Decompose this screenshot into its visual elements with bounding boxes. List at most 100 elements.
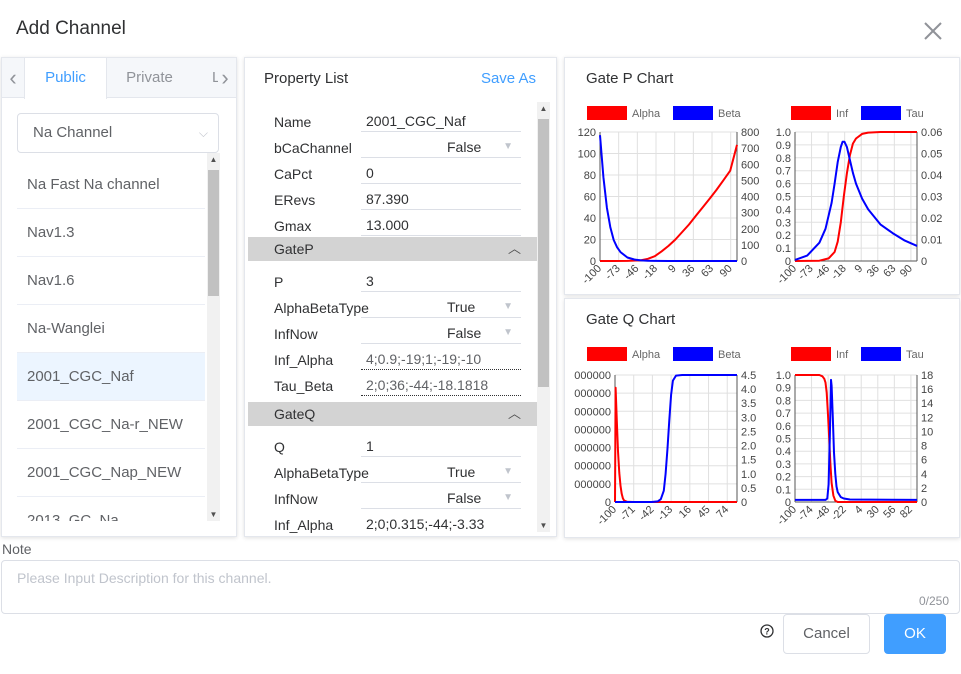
x-tick-label: -13 xyxy=(656,504,676,524)
erevs-input[interactable]: 87.390 xyxy=(361,188,521,210)
select-value: False xyxy=(447,325,482,341)
legend-swatch xyxy=(587,347,627,361)
note-label: Note xyxy=(2,541,32,557)
tab-private[interactable]: Private xyxy=(107,58,192,98)
legend-label: Alpha xyxy=(632,349,661,361)
ok-button[interactable]: OK xyxy=(884,614,946,654)
y-left-tick-label: 0.6 xyxy=(776,421,791,433)
y-left-tick-label: 1.0 xyxy=(776,127,791,139)
legend-label: Beta xyxy=(718,349,742,361)
channel-list-item[interactable]: 2001_CGC_Na-r_NEW xyxy=(17,401,205,449)
scroll-down-arrow-icon[interactable]: ▼ xyxy=(207,508,220,521)
close-icon[interactable] xyxy=(920,18,946,44)
help-icon[interactable]: ? xyxy=(760,624,774,638)
y-right-tick-label: 200 xyxy=(741,224,759,236)
channel-list-item[interactable]: Nav1.3 xyxy=(17,209,205,257)
legend-label: Beta xyxy=(718,108,742,120)
scroll-thumb[interactable] xyxy=(538,119,549,387)
y-left-tick-label: 0.2 xyxy=(776,472,791,484)
prop-row-q-infalpha: Inf_Alpha 2;0;0.315;-44;-3.33 xyxy=(248,511,537,534)
prop-row-q: Q 1 xyxy=(248,433,537,459)
q-input[interactable]: 1 xyxy=(361,435,521,457)
capct-input[interactable]: 0 xyxy=(361,162,521,184)
channel-type-select[interactable]: Na Channel ⌵ xyxy=(17,113,219,153)
select-value: True xyxy=(447,464,476,480)
y-left-tick-label: 20 xyxy=(584,235,596,247)
prop-row-bcachannel: bCaChannel False ▼ xyxy=(248,134,537,160)
y-right-tick-label: 0 xyxy=(741,256,747,268)
property-scrollbar[interactable]: ▲ ▼ xyxy=(537,102,550,532)
save-as-link[interactable]: Save As xyxy=(481,70,536,87)
y-right-tick-label: 300 xyxy=(741,208,759,220)
name-input[interactable]: 2001_CGC_Naf xyxy=(361,110,521,132)
q-infnow-select[interactable]: False ▼ xyxy=(361,487,521,509)
p-input[interactable]: 3 xyxy=(361,270,521,292)
channel-list-scrollbar[interactable]: ▲ ▼ xyxy=(207,153,220,521)
prop-label: ERevs xyxy=(274,192,316,208)
channel-list-item[interactable]: 2001_CGC_Naf xyxy=(17,353,205,401)
x-tick-label: -18 xyxy=(640,263,660,283)
prop-row-p-taubeta: Tau_Beta 2;0;36;-44;-18.1818 xyxy=(248,372,537,398)
q-infalpha-input[interactable]: 2;0;0.315;-44;-3.33 xyxy=(361,513,521,534)
scroll-thumb[interactable] xyxy=(208,170,219,296)
y-left-tick-label: 000000 xyxy=(574,370,611,382)
legend-swatch xyxy=(861,106,901,120)
y-left-tick-label: 0.6 xyxy=(776,179,791,191)
channel-list-item[interactable]: Na-Wanglei xyxy=(17,305,205,353)
channel-library-panel: ‹ Public Private L › Na Channel ⌵ Na Fas… xyxy=(1,57,237,537)
x-tick-label: 45 xyxy=(696,504,713,521)
q-alphabetatype-select[interactable]: True ▼ xyxy=(361,461,521,483)
x-tick-label: -46 xyxy=(622,263,642,283)
chart-1: Inf Tau-100-73-46-18 9 36 63 9000.10.20.30.40… xyxy=(775,106,942,287)
series-line-beta xyxy=(599,135,737,262)
channel-list-item[interactable]: Na Fast Na channel xyxy=(17,161,205,209)
y-left-tick-label: 0.3 xyxy=(776,459,791,471)
chevron-up-icon[interactable]: ︿ xyxy=(508,237,521,261)
channel-list-item[interactable]: 2001_CGC_Nap_NEW xyxy=(17,449,205,497)
scroll-up-arrow-icon[interactable]: ▲ xyxy=(537,102,550,115)
gatep-section-header[interactable]: GateP ︿ xyxy=(248,237,537,261)
gmax-input[interactable]: 13.000 xyxy=(361,214,521,236)
prop-label: AlphaBetaType xyxy=(274,300,369,316)
x-tick-label: 30 xyxy=(865,504,882,521)
channel-list-item[interactable]: 2013_GC_Na xyxy=(17,497,205,521)
x-tick-label: 4 xyxy=(853,504,866,517)
x-tick-label: -18 xyxy=(829,263,849,283)
tab-public[interactable]: Public xyxy=(24,58,107,99)
y-left-tick-label: 60 xyxy=(584,192,596,204)
scroll-up-arrow-icon[interactable]: ▲ xyxy=(207,153,220,166)
chevron-up-icon[interactable]: ︿ xyxy=(508,402,521,426)
y-left-tick-label: 000000 xyxy=(574,388,611,400)
y-right-tick-label: 0.05 xyxy=(921,149,942,161)
series-line-tau xyxy=(795,378,918,501)
p-infnow-select[interactable]: False ▼ xyxy=(361,322,521,344)
y-right-tick-label: 800 xyxy=(741,127,759,139)
gateq-section-header[interactable]: GateQ ︿ xyxy=(248,402,537,426)
p-infalpha-input[interactable]: 4;0.9;-19;1;-19;-10 xyxy=(361,348,521,370)
p-taubeta-input[interactable]: 2;0;36;-44;-18.1818 xyxy=(361,374,521,396)
y-left-tick-label: 0.9 xyxy=(776,140,791,152)
tab-next-arrow-icon[interactable]: › xyxy=(214,58,236,98)
p-alphabetatype-select[interactable]: True ▼ xyxy=(361,296,521,318)
y-right-tick-label: 8 xyxy=(921,441,927,453)
x-tick-label: -71 xyxy=(618,504,638,524)
note-char-count: 0/250 xyxy=(918,594,949,608)
property-list-panel: Property List Save As Name 2001_CGC_Naf … xyxy=(244,57,557,537)
channel-list-item[interactable]: Nav1.6 xyxy=(17,257,205,305)
y-right-tick-label: 0.06 xyxy=(921,127,942,139)
legend-swatch xyxy=(861,347,901,361)
note-textarea[interactable]: Please Input Description for this channe… xyxy=(1,560,960,614)
chart-0: Alpha Beta-100-73-46-18 9 36 63 9002040608010… xyxy=(578,106,759,287)
scroll-down-arrow-icon[interactable]: ▼ xyxy=(537,519,550,532)
legend-swatch xyxy=(587,106,627,120)
y-right-tick-label: 0.04 xyxy=(921,170,942,182)
tab-prev-arrow-icon[interactable]: ‹ xyxy=(2,58,24,98)
x-tick-label: -42 xyxy=(637,504,657,524)
chevron-down-icon: ▼ xyxy=(503,492,513,503)
legend-label: Alpha xyxy=(632,108,661,120)
bcachannel-select[interactable]: False ▼ xyxy=(361,136,521,158)
cancel-button[interactable]: Cancel xyxy=(783,614,870,654)
x-tick-label: -73 xyxy=(603,263,623,283)
tab-bar: ‹ Public Private L › xyxy=(2,58,236,99)
y-left-tick-label: 100 xyxy=(578,149,596,161)
